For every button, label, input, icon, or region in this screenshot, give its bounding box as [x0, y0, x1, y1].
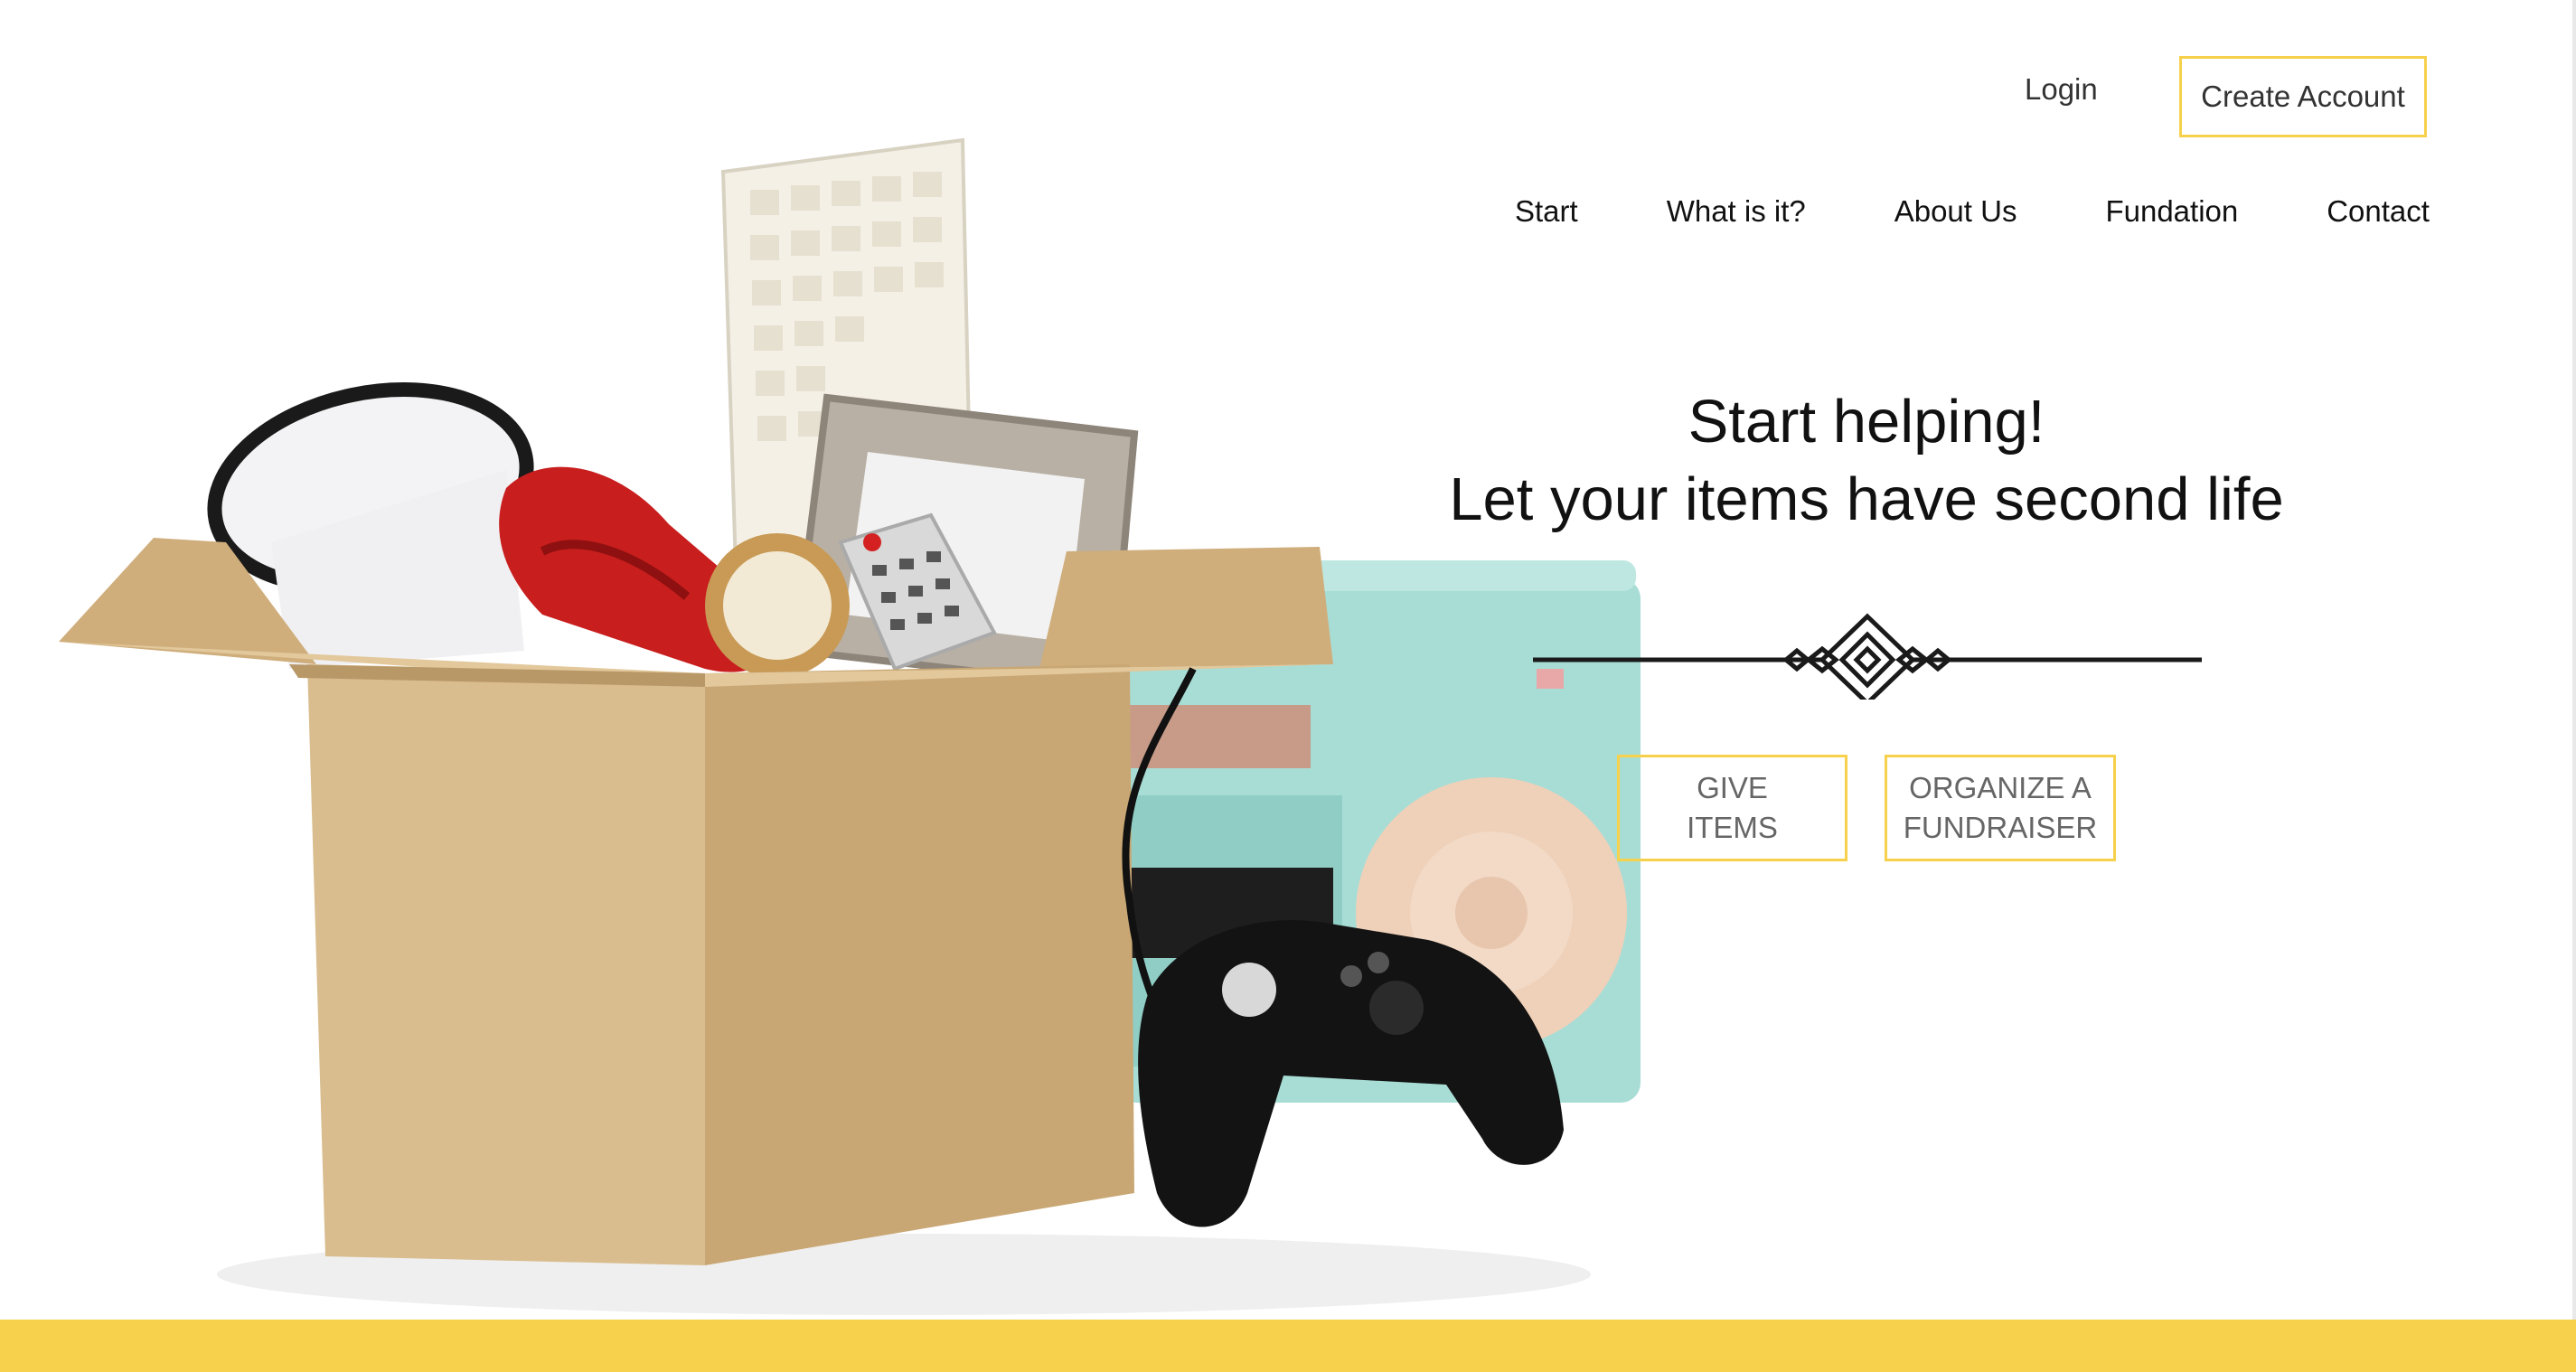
main-nav: Start What is it? About Us Fundation Con… — [1515, 194, 2430, 229]
clock-image — [705, 533, 850, 678]
give-items-button[interactable]: GIVE ITEMS — [1617, 755, 1847, 861]
landing-page: Login Create Account Start What is it? A… — [0, 0, 2576, 1372]
footer-accent-bar — [0, 1320, 2576, 1372]
nav-item-start[interactable]: Start — [1515, 194, 1578, 229]
login-link[interactable]: Login — [2025, 72, 2098, 107]
nav-item-what-is-it[interactable]: What is it? — [1667, 194, 1806, 229]
ornament-divider-icon — [1533, 613, 2202, 700]
organize-fundraiser-label-line-2: FUNDRAISER — [1903, 811, 2098, 844]
give-items-label-line-1: GIVE — [1697, 771, 1768, 804]
scrollbar-track — [2572, 0, 2576, 1320]
nav-item-contact[interactable]: Contact — [2327, 194, 2430, 229]
give-items-label-line-2: ITEMS — [1687, 811, 1778, 844]
hero-title-line-2: Let your items have second life — [1449, 465, 2284, 533]
hero-title: Start helping! Let your items have secon… — [1410, 383, 2323, 539]
organize-fundraiser-label-line-1: ORGANIZE A — [1909, 771, 2092, 804]
create-account-button[interactable]: Create Account — [2179, 56, 2427, 137]
hero-title-line-1: Start helping! — [1688, 388, 2045, 456]
nav-item-about-us[interactable]: About Us — [1894, 194, 2017, 229]
nav-item-fundation[interactable]: Fundation — [2105, 194, 2238, 229]
organize-fundraiser-button[interactable]: ORGANIZE A FUNDRAISER — [1885, 755, 2116, 861]
